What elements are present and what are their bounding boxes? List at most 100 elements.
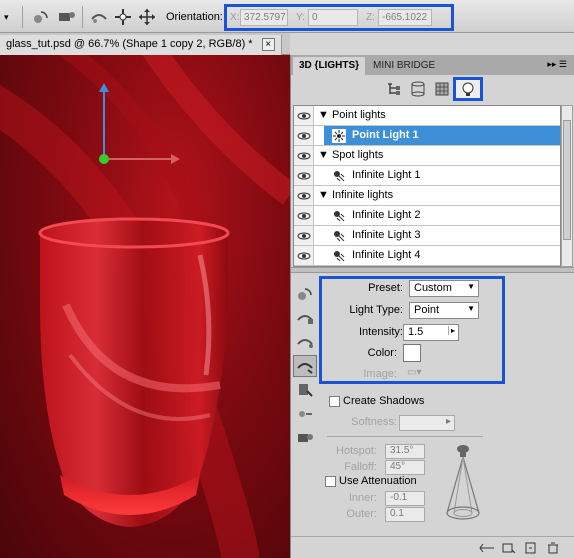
visibility-eye-icon[interactable] xyxy=(294,206,314,225)
x-field[interactable]: 372.5797 xyxy=(240,9,288,26)
group-name: Point lights xyxy=(331,109,386,121)
light-tools xyxy=(293,277,319,447)
list-scrollbar[interactable] xyxy=(561,105,573,267)
folder-icon[interactable]: ▭▾ xyxy=(407,367,421,378)
material-filter-icon[interactable] xyxy=(433,80,451,98)
group-label: ▼ Infinite lights xyxy=(318,189,393,201)
intensity-field[interactable]: 1.5 ▸ xyxy=(403,324,459,341)
inner-field[interactable]: -0.1 xyxy=(385,491,425,506)
outer-field[interactable]: 0.1 xyxy=(385,507,425,522)
panel-menu-icon[interactable]: ▸▸ ☰ xyxy=(547,59,567,70)
slide-light-icon[interactable] xyxy=(293,331,317,353)
create-shadows-checkbox[interactable] xyxy=(329,396,340,407)
lights-list: ▼ Point lights Point Light 1 ▼ Spot ligh… xyxy=(293,105,561,267)
document-canvas[interactable] xyxy=(0,55,290,558)
document-tab[interactable]: glass_tut.psd @ 66.7% (Shape 1 copy 2, R… xyxy=(0,35,282,55)
list-item[interactable]: ▼ Point lights xyxy=(294,106,560,126)
hotspot-field[interactable]: 31.5° xyxy=(385,444,425,459)
tool-preset-dropdown[interactable]: ▾ xyxy=(4,12,14,22)
list-item[interactable]: ▼ Infinite lights xyxy=(294,186,560,206)
y-label: Y: xyxy=(296,12,305,23)
falloff-label: Falloff: xyxy=(344,461,377,473)
roll-light-icon[interactable] xyxy=(88,7,110,27)
infinite-light-icon xyxy=(332,209,346,223)
new-light-icon[interactable] xyxy=(293,427,317,449)
pan-light-icon[interactable] xyxy=(112,7,134,27)
drag-light-icon[interactable] xyxy=(293,355,317,377)
slider-arrow-icon[interactable]: ▸ xyxy=(447,326,455,335)
list-item[interactable]: ▼ Spot lights xyxy=(294,146,560,166)
preset-dropdown[interactable]: Custom ▼ xyxy=(409,280,479,297)
move-to-view-icon[interactable] xyxy=(293,403,317,425)
new-light-icon[interactable] xyxy=(523,541,539,555)
z-field[interactable]: -665.1022 xyxy=(378,9,432,26)
y-field[interactable]: 0 xyxy=(308,9,358,26)
rotate-light-icon[interactable] xyxy=(293,283,317,305)
document-tab-bar: glass_tut.psd @ 66.7% (Shape 1 copy 2, R… xyxy=(0,33,290,55)
visibility-eye-icon[interactable] xyxy=(294,186,314,205)
color-label: Color: xyxy=(367,347,397,359)
new-light-dropdown-icon[interactable] xyxy=(501,541,517,555)
light-type-dropdown[interactable]: Point ▼ xyxy=(409,302,479,319)
list-item[interactable]: Infinite Light 1 xyxy=(294,166,560,186)
list-item[interactable]: Infinite Light 4 xyxy=(294,246,560,266)
rotate-light-icon[interactable] xyxy=(30,7,52,27)
filter-bar xyxy=(291,75,574,103)
spotlight-cone-preview xyxy=(446,445,480,520)
orientation-label: Orientation: xyxy=(166,11,223,23)
softness-field[interactable]: ▸ xyxy=(399,415,455,431)
options-bar: ▾ Orientation: X: 372.5797 Y: 0 Z: -665.… xyxy=(0,0,574,33)
visibility-eye-icon[interactable] xyxy=(294,106,314,125)
tab-3d-lights[interactable]: 3D {LIGHTS} xyxy=(293,57,366,75)
outer-label: Outer: xyxy=(346,508,377,520)
point-light-icon xyxy=(332,129,346,143)
infinite-light-icon xyxy=(332,169,346,183)
panel-resize-divider[interactable] xyxy=(291,267,574,273)
hotspot-label: Hotspot: xyxy=(336,445,377,457)
inner-label: Inner: xyxy=(348,492,377,504)
document-title: glass_tut.psd @ 66.7% (Shape 1 copy 2, R… xyxy=(6,38,253,50)
close-icon[interactable]: × xyxy=(261,38,275,51)
lights-filter-icon[interactable] xyxy=(453,77,483,101)
light-name: Point Light 1 xyxy=(352,129,419,141)
drag-light-icon[interactable] xyxy=(55,7,77,27)
use-attenuation-checkbox[interactable] xyxy=(325,476,336,487)
pan-light-icon[interactable] xyxy=(293,307,317,329)
lights-panel: 3D {LIGHTS} MINI BRIDGE ▸▸ ☰ ▼ Point lig… xyxy=(290,55,574,558)
axis-origin xyxy=(99,154,109,164)
panel-bottom-bar xyxy=(291,536,574,558)
light-name: Infinite Light 2 xyxy=(352,209,421,221)
point-at-origin-icon[interactable] xyxy=(293,379,317,401)
expand-triangle-icon[interactable]: ▼ xyxy=(318,149,329,161)
visibility-eye-icon[interactable] xyxy=(294,146,314,165)
tab-mini-bridge[interactable]: MINI BRIDGE xyxy=(367,57,441,75)
use-attenuation-label: Use Attenuation xyxy=(339,475,417,487)
list-item[interactable]: Point Light 1 xyxy=(294,126,560,146)
expand-triangle-icon[interactable]: ▼ xyxy=(318,189,329,201)
visibility-eye-icon[interactable] xyxy=(294,246,314,265)
intensity-value: 1.5 xyxy=(408,326,424,338)
toggle-light-guides-icon[interactable] xyxy=(479,541,495,555)
list-item[interactable]: Infinite Light 3 xyxy=(294,226,560,246)
expand-triangle-icon[interactable]: ▼ xyxy=(318,109,329,121)
softness-label: Softness: xyxy=(351,416,397,428)
scene-filter-icon[interactable] xyxy=(385,80,403,98)
scrollbar-thumb[interactable] xyxy=(563,120,571,240)
x-label: X: xyxy=(230,12,240,23)
z-label: Z: xyxy=(366,12,375,23)
mesh-filter-icon[interactable] xyxy=(409,80,427,98)
trash-icon[interactable] xyxy=(545,541,561,555)
slide-light-icon[interactable] xyxy=(136,7,158,27)
list-item[interactable]: Infinite Light 2 xyxy=(294,206,560,226)
visibility-eye-icon[interactable] xyxy=(294,166,314,185)
falloff-field[interactable]: 45° xyxy=(385,460,425,475)
infinite-light-icon xyxy=(332,249,346,263)
group-name: Infinite lights xyxy=(331,189,394,201)
chevron-down-icon: ▼ xyxy=(467,304,475,313)
infinite-light-icon xyxy=(332,229,346,243)
light-type-label: Light Type: xyxy=(349,304,403,316)
visibility-eye-icon[interactable] xyxy=(294,126,314,145)
light-color-swatch[interactable] xyxy=(403,344,421,362)
slider-arrow-icon[interactable]: ▸ xyxy=(446,416,451,427)
visibility-eye-icon[interactable] xyxy=(294,226,314,245)
